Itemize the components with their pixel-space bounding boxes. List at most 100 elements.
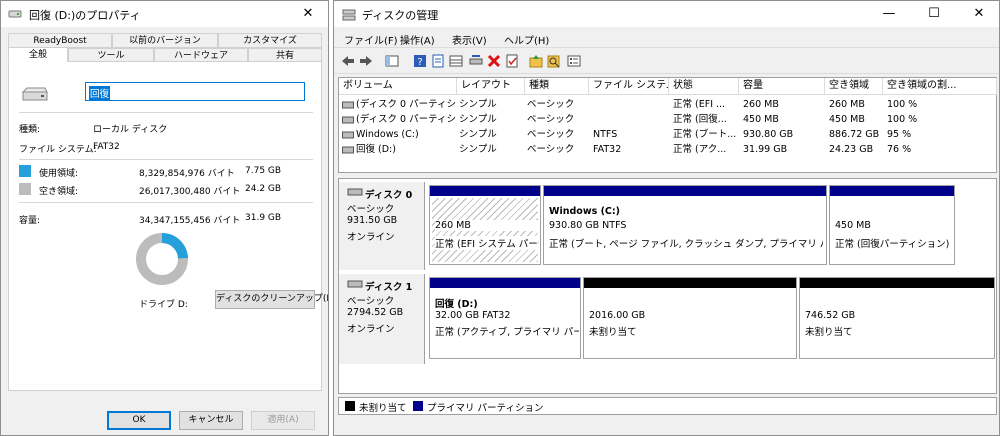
disk1-unallocated-2[interactable]: 746.52 GB 未割り当て (799, 277, 995, 359)
drive-letter-label: ドライブ D: (139, 300, 188, 310)
disk0-type: ベーシック (347, 204, 395, 215)
disk0-name: ディスク 0 (365, 190, 413, 201)
tab-customize[interactable]: カスタマイズ (218, 33, 322, 48)
disk1-partition-recovery-d[interactable]: 回復 (D:) 32.00 GB FAT32 正常 (アクティブ, プライマリ … (429, 277, 581, 359)
toolbar-divider (334, 47, 999, 48)
volume-cell (593, 98, 671, 112)
console-tree-icon[interactable] (384, 53, 400, 69)
minimize-icon[interactable]: — (869, 1, 909, 27)
maximize-icon[interactable]: ☐ (914, 1, 954, 27)
volume-cell: 886.72 GB (829, 129, 880, 140)
partition-status: 正常 (アクティブ, プライマリ パーティション) (435, 327, 579, 338)
type-value: ローカル ディスク (93, 125, 168, 135)
partition-title: 回復 (D:) (435, 299, 478, 310)
volume-cell: 正常 (ブート... (673, 129, 737, 140)
disk1-header[interactable]: ディスク 1 ベーシック 2794.52 GB オンライン (339, 274, 425, 364)
partition-size: 2016.00 GB (589, 310, 646, 321)
disk-cleanup-button[interactable]: ディスクのクリーンアップ(D) (215, 290, 328, 309)
dm-titlebar[interactable]: ディスクの管理 — ☐ ✕ (334, 1, 999, 27)
primary-swatch (413, 401, 423, 411)
column-free-percent[interactable]: 空き領域の割... (883, 78, 997, 95)
free-bytes: 26,017,300,480 バイト (139, 187, 241, 197)
help-icon[interactable]: ? (412, 53, 428, 69)
close-icon[interactable]: ✕ (959, 1, 999, 27)
volume-cell: ベーシック (527, 144, 575, 155)
disk0-partition-recovery[interactable]: 450 MB 正常 (回復パーティション) (829, 185, 955, 265)
partition-status: 正常 (EFI システム パーティション) (435, 236, 539, 250)
volume-cell: シンプル (459, 114, 497, 125)
menu-file[interactable]: ファイル(F) (344, 32, 398, 47)
partition-title: Windows (C:) (549, 206, 621, 217)
volume-cell: 100 % (887, 114, 918, 125)
disk0-header[interactable]: ディスク 0 ベーシック 931.50 GB オンライン (339, 182, 425, 270)
volume-icon (342, 131, 354, 139)
separator (19, 202, 313, 203)
volume-cell[interactable]: (ディスク 0 パーティシ... (356, 98, 456, 112)
free-gb: 24.2 GB (245, 184, 282, 194)
capacity-gb: 31.9 GB (245, 213, 282, 223)
disk1-name: ディスク 1 (365, 282, 413, 293)
back-arrow-icon[interactable] (340, 53, 356, 69)
primary-bar (544, 186, 826, 196)
menu-action[interactable]: 操作(A) (400, 32, 435, 47)
settings-list-icon[interactable] (566, 53, 582, 69)
column-layout[interactable]: レイアウト (457, 78, 525, 95)
filesystem-value: FAT32 (93, 142, 120, 152)
disk0-partition-efi[interactable]: 260 MB 正常 (EFI システム パーティション) (429, 185, 541, 265)
apply-button[interactable]: 適用(A) (251, 411, 315, 430)
partition-size: 260 MB (435, 220, 539, 231)
folder-up-icon[interactable] (528, 53, 544, 69)
free-swatch (19, 183, 31, 195)
column-type[interactable]: 種類 (525, 78, 589, 95)
volume-cell: 450 MB (829, 114, 865, 125)
menu-view[interactable]: 表示(V) (452, 32, 487, 47)
used-bytes: 8,329,854,976 バイト (139, 169, 235, 179)
disk-graphical-view: ディスク 0 ベーシック 931.50 GB オンライン 260 MB 正常 (… (338, 178, 997, 394)
volume-list-icon[interactable] (448, 53, 464, 69)
column-volume[interactable]: ボリューム (339, 78, 457, 95)
menu-help[interactable]: ヘルプ(H) (504, 32, 549, 47)
tab-previous-versions[interactable]: 以前のバージョン (112, 33, 218, 48)
disk1-size: 2794.52 GB (347, 307, 404, 318)
close-icon[interactable]: ✕ (288, 1, 328, 27)
search-icon[interactable] (546, 53, 562, 69)
properties-icon[interactable] (430, 53, 446, 69)
tab-readyboost[interactable]: ReadyBoost (8, 33, 112, 48)
disk1-unallocated-1[interactable]: 2016.00 GB 未割り当て (583, 277, 797, 359)
disk1-type: ベーシック (347, 296, 395, 307)
volume-cell[interactable]: Windows (C:) (356, 128, 456, 142)
volume-cell: FAT32 (593, 144, 622, 155)
forward-arrow-icon[interactable] (358, 53, 374, 69)
disk0-status: オンライン (347, 232, 395, 243)
column-filesystem[interactable]: ファイル システム (589, 78, 669, 95)
disk0-partition-windows[interactable]: Windows (C:) 930.80 GB NTFS 正常 (ブート, ページ… (543, 185, 827, 265)
partition-size: 746.52 GB (805, 310, 856, 321)
volume-name-input[interactable]: 回復 (85, 82, 305, 101)
separator (19, 112, 313, 113)
drive-large-icon (21, 87, 48, 101)
disk0-size: 931.50 GB (347, 215, 398, 226)
volume-cell: 450 MB (743, 114, 779, 125)
volume-cell: 24.23 GB (829, 144, 874, 155)
partition-size: 450 MB (835, 220, 871, 231)
used-label: 使用領域: (39, 169, 79, 179)
capacity-bytes: 34,347,155,456 バイト (139, 216, 241, 226)
volume-cell: 正常 (アク... (673, 144, 727, 155)
properties-window: 回復 (D:)のプロパティ ✕ ReadyBoost 以前のバージョン カスタマ… (0, 0, 329, 436)
check-icon[interactable] (504, 53, 520, 69)
tab-general[interactable]: 全般 (8, 47, 68, 62)
column-capacity[interactable]: 容量 (739, 78, 825, 95)
cancel-button[interactable]: キャンセル (179, 411, 243, 430)
column-status[interactable]: 状態 (669, 78, 739, 95)
disk-icon (347, 280, 363, 288)
partition-status: 未割り当て (805, 327, 853, 338)
volume-cell: ベーシック (527, 99, 575, 110)
volume-cell[interactable]: (ディスク 0 パーティシ... (356, 113, 456, 127)
properties-titlebar[interactable]: 回復 (D:)のプロパティ ✕ (1, 1, 328, 27)
volume-cell[interactable]: 回復 (D:) (356, 143, 456, 157)
ok-button[interactable]: OK (107, 411, 171, 430)
column-free-space[interactable]: 空き領域 (825, 78, 883, 95)
delete-icon[interactable] (486, 53, 502, 69)
disk-icon (347, 188, 363, 196)
connect-disk-icon[interactable] (468, 53, 484, 69)
